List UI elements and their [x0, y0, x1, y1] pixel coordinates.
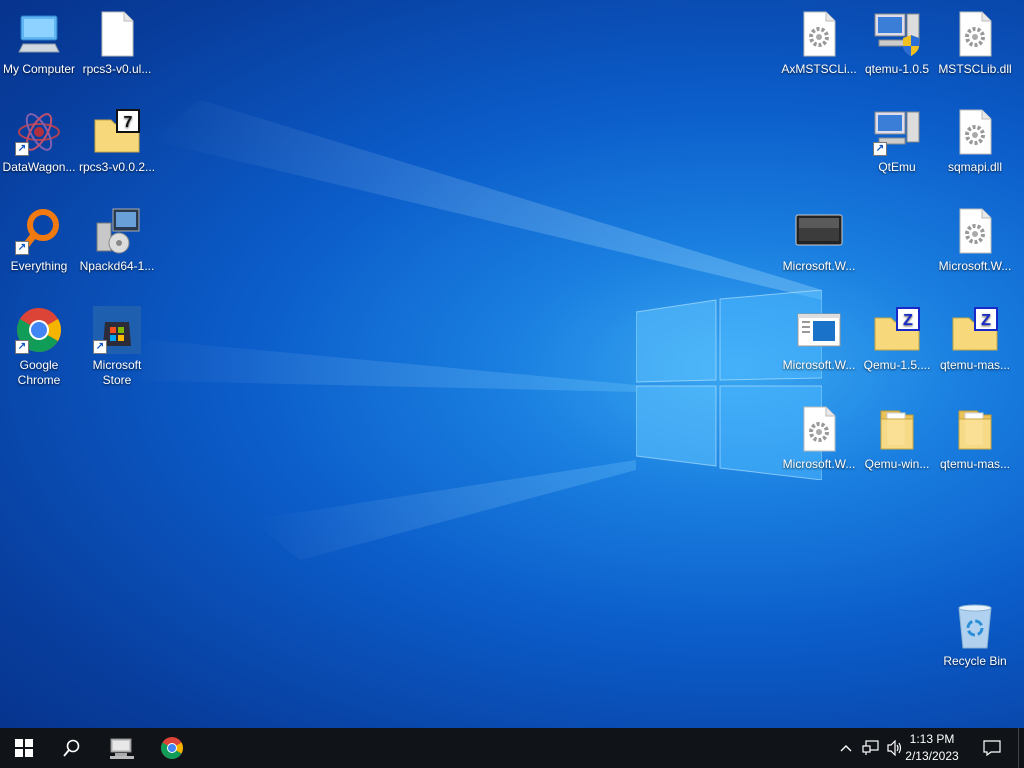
- icon-label: sqmapi.dll: [947, 160, 1003, 174]
- computer-shield-icon: [873, 10, 921, 58]
- search-button[interactable]: [48, 728, 96, 768]
- shortcut-arrow-icon: ↗: [15, 241, 29, 255]
- taskbar-app-network[interactable]: [98, 728, 146, 768]
- dll-file-icon: [951, 10, 999, 58]
- icon-label: Microsoft.W...: [782, 259, 856, 273]
- icon-label: Microsoft.W...: [938, 259, 1012, 273]
- windows-logo-icon: [15, 739, 33, 757]
- computer-icon: [15, 10, 63, 58]
- desktop-icon-sqmapi[interactable]: sqmapi.dll: [936, 100, 1014, 192]
- desktop-icon-microsoft-w-4[interactable]: Microsoft.W...: [780, 397, 858, 489]
- action-center-icon: [983, 740, 1001, 756]
- show-hidden-icons-button[interactable]: [836, 728, 856, 768]
- window-app-icon: [795, 306, 843, 354]
- folder-icon: [951, 405, 999, 453]
- desktop-icon-my-computer[interactable]: My Computer: [0, 2, 78, 94]
- desktop-icon-qtemu-105[interactable]: qtemu-1.0.5: [858, 2, 936, 94]
- icon-label: DataWagon...: [2, 160, 76, 174]
- desktop-icon-datawagon[interactable]: ↗ DataWagon...: [0, 100, 78, 192]
- start-button[interactable]: [0, 728, 48, 768]
- icon-label: MSTSCLib.dll: [938, 62, 1012, 76]
- shortcut-arrow-icon: ↗: [15, 142, 29, 156]
- magnifier-app-icon: ↗: [15, 207, 63, 255]
- folder-icon: [873, 405, 921, 453]
- desktop-icon-mstsclib[interactable]: MSTSCLib.dll: [936, 2, 1014, 94]
- installer-icon: [93, 207, 141, 255]
- dll-file-icon: [951, 207, 999, 255]
- show-desktop-button[interactable]: [1018, 728, 1024, 768]
- icon-label: Npackd64-1...: [79, 259, 155, 273]
- recycle-bin-icon: [951, 602, 999, 650]
- desktop-icon-everything[interactable]: ↗ Everything: [0, 199, 78, 291]
- chevron-up-icon: [840, 745, 852, 752]
- desktop-icon-qemu-15[interactable]: Z Qemu-1.5....: [858, 298, 936, 390]
- icon-label: Everything: [10, 259, 68, 273]
- network-icon: [862, 740, 879, 755]
- icon-label: Qemu-win...: [864, 457, 930, 471]
- icon-label: Google Chrome: [17, 358, 61, 387]
- desktop-icon-axmstsclib[interactable]: AxMSTSCLi...: [780, 2, 858, 94]
- icon-label: My Computer: [2, 62, 76, 76]
- chrome-icon: [161, 737, 183, 759]
- svg-text:7: 7: [124, 114, 133, 131]
- shortcut-arrow-icon: ↗: [873, 142, 887, 156]
- taskbar: 1:13 PM 2/13/2023: [0, 728, 1024, 768]
- computer-network-icon: [110, 738, 134, 759]
- icon-label: Recycle Bin: [943, 654, 1007, 668]
- svg-text:Z: Z: [981, 312, 991, 329]
- desktop-icon-rpcs3-ul[interactable]: rpcs3-v0.ul...: [78, 2, 156, 94]
- icon-label: Microsoft.W...: [782, 358, 856, 372]
- monitor-icon: [795, 207, 843, 255]
- store-icon: ↗: [93, 306, 141, 354]
- dll-file-icon: [795, 10, 843, 58]
- clock-time: 1:13 PM: [909, 732, 955, 746]
- chrome-icon: ↗: [15, 306, 63, 354]
- icon-label: rpcs3-v0.ul...: [82, 62, 152, 76]
- icon-label: Microsoft Store: [92, 358, 142, 387]
- dll-file-icon: [951, 108, 999, 156]
- desktop-icon-npackd[interactable]: Npackd64-1...: [78, 199, 156, 291]
- desktop-icon-microsoft-w-2[interactable]: Microsoft.W...: [936, 199, 1014, 291]
- desktop-icon-google-chrome[interactable]: ↗ Google Chrome: [0, 298, 78, 398]
- network-tray-button[interactable]: [860, 728, 882, 768]
- desktop-icon-recycle-bin[interactable]: Recycle Bin: [936, 594, 1014, 686]
- icon-label: rpcs3-v0.0.2...: [79, 160, 156, 174]
- desktop-icon-microsoft-w-3[interactable]: Microsoft.W...: [780, 298, 858, 390]
- 7zip-archive-icon: 7: [93, 108, 141, 156]
- clock-date: 2/13/2023: [905, 749, 959, 763]
- shortcut-arrow-icon: ↗: [93, 340, 107, 354]
- zip-archive-icon: Z: [873, 306, 921, 354]
- notifications-button[interactable]: [978, 728, 1006, 768]
- icon-label: qtemu-1.0.5: [864, 62, 930, 76]
- desktop-icon-qtemu-mas-1[interactable]: Z qtemu-mas...: [936, 298, 1014, 390]
- icon-label: QtEmu: [878, 160, 916, 174]
- icon-label: Qemu-1.5....: [863, 358, 931, 372]
- taskbar-app-chrome[interactable]: [148, 728, 196, 768]
- svg-text:Z: Z: [903, 312, 913, 329]
- atom-app-icon: ↗: [15, 108, 63, 156]
- desktop-icon-qtemu-mas-2[interactable]: qtemu-mas...: [936, 397, 1014, 489]
- desktop-icon-rpcs3-v002[interactable]: 7 rpcs3-v0.0.2...: [78, 100, 156, 192]
- desktop-icon-microsoft-w-1[interactable]: Microsoft.W...: [780, 199, 858, 291]
- desktop-icon-qemu-win[interactable]: Qemu-win...: [858, 397, 936, 489]
- file-icon: [93, 10, 141, 58]
- computer-icon: ↗: [873, 108, 921, 156]
- icon-label: qtemu-mas...: [939, 358, 1011, 372]
- icon-label: Microsoft.W...: [782, 457, 856, 471]
- zip-archive-icon: Z: [951, 306, 999, 354]
- desktop-icon-microsoft-store[interactable]: ↗ Microsoft Store: [78, 298, 156, 398]
- desktop-icon-qtemu[interactable]: ↗ QtEmu: [858, 100, 936, 192]
- icon-label: AxMSTSCLi...: [781, 62, 857, 76]
- taskbar-clock[interactable]: 1:13 PM 2/13/2023: [896, 731, 968, 765]
- icon-label: qtemu-mas...: [939, 457, 1011, 471]
- desktop[interactable]: My Computer ↗ DataWagon... ↗ Everything: [0, 0, 1024, 728]
- search-icon: [63, 739, 80, 757]
- dll-file-icon: [795, 405, 843, 453]
- shortcut-arrow-icon: ↗: [15, 340, 29, 354]
